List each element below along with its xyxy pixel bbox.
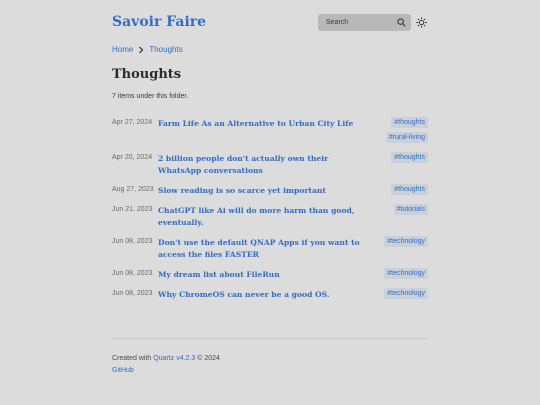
page-title: Thoughts xyxy=(112,67,182,82)
search-placeholder: Search xyxy=(326,19,349,26)
post-date: Apr 20, 2024 xyxy=(112,154,153,161)
sun-icon[interactable] xyxy=(416,17,427,28)
site-title-link[interactable]: Savoir Faire xyxy=(112,14,206,30)
header: Savoir Faire Search xyxy=(112,14,428,32)
post-title-link[interactable]: Why ChromeOS can never be a good OS. xyxy=(158,289,366,301)
post-title-link[interactable]: Slow reading is so scarce yet important xyxy=(158,185,366,197)
footer-copyright: © 2024 xyxy=(197,355,220,362)
tag-link[interactable]: #tutorials xyxy=(393,204,428,215)
post-title-link[interactable]: ChatGPT like Ai will do more harm than g… xyxy=(158,205,366,228)
breadcrumb: Home Thoughts xyxy=(112,45,183,54)
tag-link[interactable]: #thoughts xyxy=(391,152,428,163)
post-date: Apr 27, 2024 xyxy=(112,119,153,126)
tag-link[interactable]: #thoughts xyxy=(391,117,428,128)
tag-link[interactable]: #rural-living xyxy=(385,132,428,143)
breadcrumb-current[interactable]: Thoughts xyxy=(149,45,182,54)
tag-link[interactable]: #technology xyxy=(384,288,428,299)
tag-link[interactable]: #technology xyxy=(384,268,428,279)
tag-link[interactable]: #thoughts xyxy=(391,184,428,195)
chevron-right-icon xyxy=(139,46,144,53)
footer: Created with Quartz v4.2.3 © 2024 GitHub xyxy=(112,355,220,374)
post-title-link[interactable]: Farm Life As an Alternative to Urban Cit… xyxy=(158,118,366,130)
search-icon xyxy=(397,18,406,27)
post-date: Jun 21, 2023 xyxy=(112,206,153,213)
github-link[interactable]: GitHub xyxy=(112,367,134,374)
post-date: Jun 08, 2023 xyxy=(112,270,153,277)
post-date: Aug 27, 2023 xyxy=(112,186,154,193)
post-date: Jun 08, 2023 xyxy=(112,238,153,245)
search-bar[interactable]: Search xyxy=(318,14,411,31)
breadcrumb-home[interactable]: Home xyxy=(112,45,133,54)
footer-created-with: Created with xyxy=(112,355,152,362)
quartz-link[interactable]: Quartz v4.2.3 xyxy=(153,355,195,362)
footer-divider xyxy=(112,338,428,339)
post-title-link[interactable]: Don't use the default QNAP Apps if you w… xyxy=(158,237,366,260)
post-title-link[interactable]: 2 billion people don't actually own thei… xyxy=(158,153,366,176)
item-count: 7 items under this folder. xyxy=(112,93,189,100)
post-date: Jun 08, 2023 xyxy=(112,290,153,297)
post-title-link[interactable]: My dream list about FileRun xyxy=(158,269,366,281)
tag-link[interactable]: #technology xyxy=(384,236,428,247)
